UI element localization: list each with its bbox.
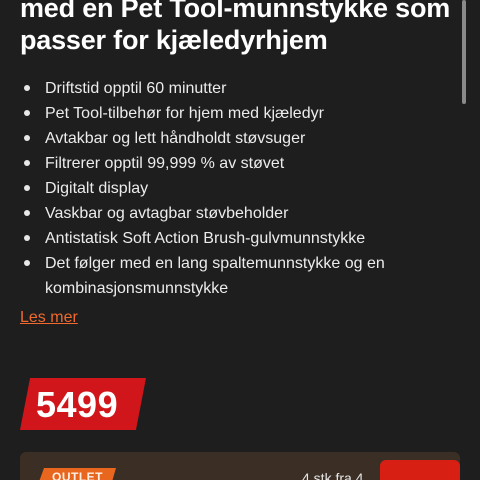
feature-text: Pet Tool-tilbehør for hjem med kjæledyr [45,105,324,122]
feature-text: Avtakbar og lett håndholdt støvsuger [45,130,306,147]
bullet-icon [24,260,30,266]
read-more-link[interactable]: Les mer [20,307,78,329]
feature-item: Digitalt display [20,176,440,201]
price-value: 5499 [36,384,119,425]
feature-text: Vaskbar og avtagbar støvbeholder [45,205,289,222]
feature-text: Filtrerer opptil 99,999 % av støvet [45,155,285,172]
feature-item: Det følger med en lang spaltemunnstykke … [20,251,440,301]
bullet-icon [24,160,30,166]
feature-item: Avtakbar og lett håndholdt støvsuger [20,126,440,151]
feature-text: Antistatisk Soft Action Brush-gulvmunnst… [45,230,366,247]
feature-text: Driftstid opptil 60 minutter [45,80,227,97]
feature-item: Antistatisk Soft Action Brush-gulvmunnst… [20,226,440,251]
product-page: med en Pet Tool-munnstykke som passer fo… [0,0,480,480]
bullet-icon [24,135,30,141]
bullet-icon [24,85,30,91]
feature-text: Digitalt display [45,180,149,197]
scrollbar[interactable] [462,0,466,104]
bullet-icon [24,235,30,241]
bullet-icon [24,110,30,116]
feature-item: Driftstid opptil 60 minutter [20,76,440,101]
outlet-button[interactable] [380,460,460,480]
outlet-tag-label: OUTLET [52,470,103,480]
feature-list: Driftstid opptil 60 minutter Pet Tool-ti… [20,76,440,301]
outlet-stock-text: 4 stk fra 4 ... [302,470,380,480]
feature-item: Filtrerer opptil 99,999 % av støvet [20,151,440,176]
product-title: med en Pet Tool-munnstykke som passer fo… [20,0,451,55]
bullet-icon [24,185,30,191]
feature-text: Det følger med en lang spaltemunnstykke … [45,255,385,297]
bullet-icon [24,210,30,216]
feature-item: Vaskbar og avtagbar støvbeholder [20,201,440,226]
feature-item: Pet Tool-tilbehør for hjem med kjæledyr [20,101,440,126]
